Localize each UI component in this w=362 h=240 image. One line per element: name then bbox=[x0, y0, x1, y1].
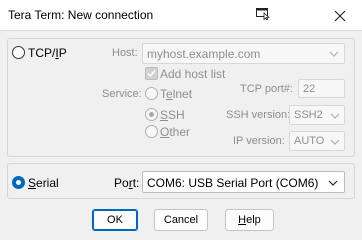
window-title: Tera Term: New connection bbox=[8, 8, 154, 22]
ok-button[interactable]: OK bbox=[92, 209, 138, 231]
ip-version-label: IP version: bbox=[233, 135, 285, 147]
chevron-down-icon bbox=[330, 139, 340, 145]
host-label: Host: bbox=[112, 47, 138, 59]
service-telnet-radio[interactable] bbox=[145, 87, 158, 100]
chevron-down-icon bbox=[329, 51, 339, 57]
tcp-port-value: 22 bbox=[303, 83, 316, 95]
service-ssh-radio[interactable] bbox=[145, 108, 158, 121]
chevron-down-icon bbox=[330, 113, 340, 119]
service-other-label[interactable]: Other bbox=[160, 125, 190, 139]
port-label: Port: bbox=[114, 176, 140, 190]
checkmark-icon bbox=[147, 70, 156, 78]
service-label: Service: bbox=[102, 88, 142, 100]
serial-port-value: COM6: USB Serial Port (COM6) bbox=[147, 176, 319, 190]
host-value: myhost.example.com bbox=[147, 47, 261, 61]
service-other-radio[interactable] bbox=[145, 125, 158, 138]
ssh-version-value: SSH2 bbox=[294, 109, 323, 121]
tcpip-radio[interactable] bbox=[12, 46, 25, 59]
serial-radio[interactable] bbox=[12, 176, 25, 189]
service-telnet-label[interactable]: Telnet bbox=[160, 87, 192, 101]
tcpip-radio-label[interactable]: TCP/IP bbox=[28, 46, 67, 60]
service-ssh-label[interactable]: SSH bbox=[160, 108, 185, 122]
tcp-port-label: TCP port#: bbox=[240, 83, 293, 95]
cancel-button[interactable]: Cancel bbox=[154, 209, 208, 231]
serial-radio-label[interactable]: Serial bbox=[28, 176, 59, 190]
help-button[interactable]: Help bbox=[225, 209, 274, 231]
close-icon[interactable] bbox=[325, 6, 355, 26]
context-help-icon[interactable] bbox=[256, 8, 271, 20]
ssh-version-label: SSH version: bbox=[226, 109, 291, 121]
add-host-list-label[interactable]: Add host list bbox=[160, 67, 225, 81]
ssh-version-select[interactable]: SSH2 bbox=[289, 105, 345, 125]
title-bar: Tera Term: New connection bbox=[0, 0, 362, 31]
host-combobox[interactable]: myhost.example.com bbox=[142, 43, 345, 64]
ip-version-value: AUTO bbox=[294, 135, 325, 147]
tcp-port-input[interactable]: 22 bbox=[298, 79, 345, 98]
ip-version-select[interactable]: AUTO bbox=[289, 131, 345, 151]
chevron-down-icon bbox=[328, 180, 338, 186]
add-host-list-checkbox[interactable] bbox=[145, 67, 158, 80]
serial-port-select[interactable]: COM6: USB Serial Port (COM6) bbox=[142, 171, 345, 193]
